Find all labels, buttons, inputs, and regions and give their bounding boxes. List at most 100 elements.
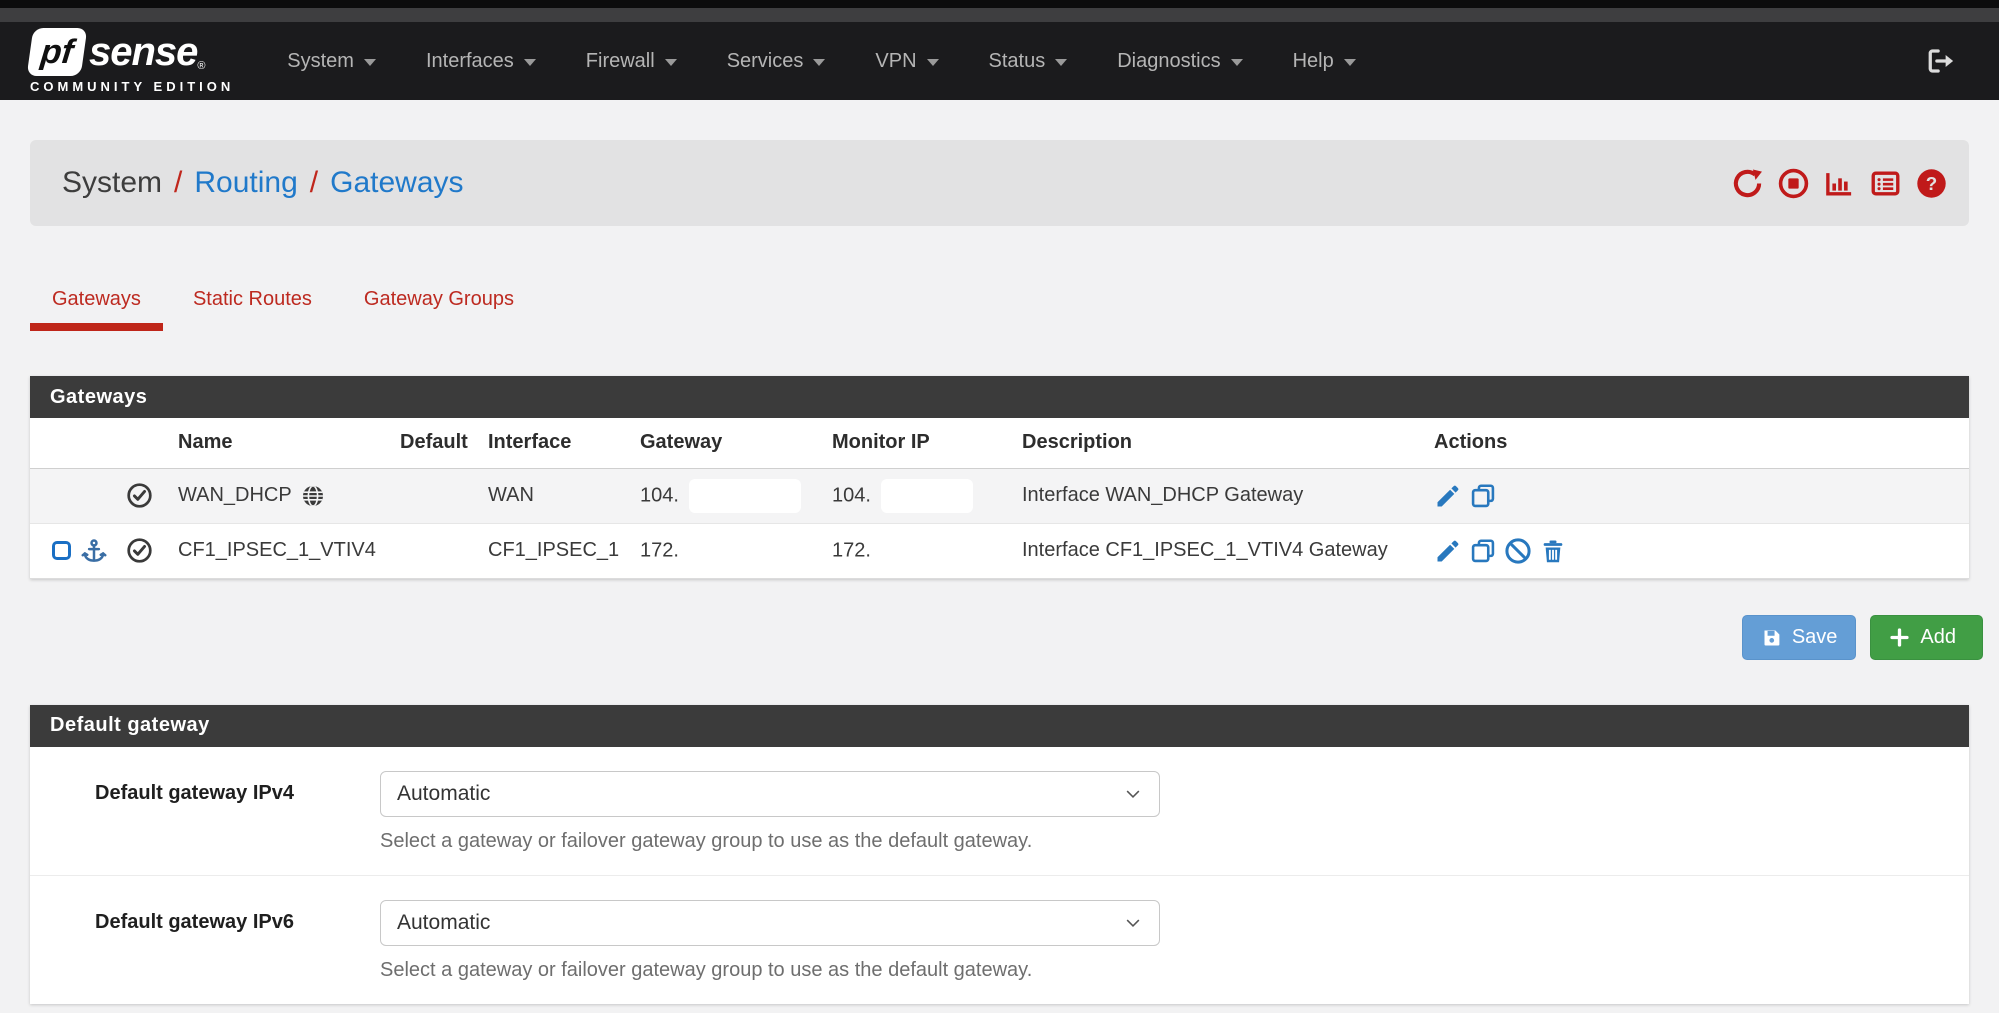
- breadcrumb-separator: /: [310, 166, 318, 200]
- chevron-down-icon: [1055, 59, 1067, 66]
- window-chrome-strip: [0, 0, 1999, 8]
- default-gateway-panel-title: Default gateway: [30, 705, 1969, 747]
- col-description: Description: [1016, 418, 1428, 468]
- menu-system[interactable]: System: [262, 50, 401, 73]
- table-row: WAN_DHCP WAN: [30, 468, 1969, 523]
- help-circle-icon[interactable]: ?: [1916, 168, 1947, 199]
- logo-subtitle: COMMUNITY EDITION: [30, 79, 234, 94]
- edit-icon[interactable]: [1434, 537, 1462, 565]
- help-text: Select a gateway or failover gateway gro…: [380, 959, 1160, 982]
- col-actions: Actions: [1428, 418, 1969, 468]
- logo-registered-mark: ®: [197, 60, 205, 72]
- trash-icon[interactable]: [1539, 537, 1567, 565]
- breadcrumb-panel: System / Routing / Gateways: [30, 140, 1969, 226]
- check-circle-icon: [126, 537, 153, 564]
- copy-icon[interactable]: [1469, 482, 1497, 510]
- check-circle-icon: [126, 482, 153, 509]
- tab-static-routes[interactable]: Static Routes: [171, 276, 334, 331]
- gateway-address: 104.: [640, 484, 679, 506]
- gateway-interface: CF1_IPSEC_1: [482, 523, 634, 578]
- default-gateway-ipv4-select[interactable]: Automatic: [380, 771, 1160, 817]
- monitor-ip: 104.: [832, 484, 871, 506]
- breadcrumb-gateways-link[interactable]: Gateways: [330, 166, 463, 200]
- gateway-description: Interface CF1_IPSEC_1_VTIV4 Gateway: [1016, 523, 1428, 578]
- gateway-name: CF1_IPSEC_1_VTIV4: [172, 523, 394, 578]
- help-text: Select a gateway or failover gateway gro…: [380, 830, 1160, 853]
- chevron-down-icon: [665, 59, 677, 66]
- refresh-icon[interactable]: [1732, 168, 1763, 199]
- chevron-down-icon: [1231, 59, 1243, 66]
- col-name: Name: [172, 418, 394, 468]
- breadcrumb-system: System: [62, 166, 162, 200]
- col-monitor-ip: Monitor IP: [826, 418, 1016, 468]
- redacted-value: [689, 479, 801, 513]
- copy-icon[interactable]: [1469, 537, 1497, 565]
- page-content: System / Routing / Gateways: [0, 140, 1999, 1004]
- menu-firewall[interactable]: Firewall: [561, 50, 702, 73]
- plus-icon: [1889, 627, 1910, 648]
- default-gateway-panel: Default gateway Default gateway IPv4 Aut…: [30, 705, 1969, 1004]
- breadcrumb-routing-link[interactable]: Routing: [194, 166, 297, 200]
- table-buttons: Save Add: [30, 615, 1969, 660]
- chevron-down-icon: [813, 59, 825, 66]
- gateway-default: [394, 468, 482, 523]
- col-gateway: Gateway: [634, 418, 826, 468]
- sign-out-icon[interactable]: [1925, 46, 1955, 76]
- table-row: CF1_IPSEC_1_VTIV4 CF1_IPSEC_1 172. 172. …: [30, 523, 1969, 578]
- form-row-ipv6: Default gateway IPv6 Automatic Select a …: [30, 875, 1969, 1004]
- tab-gateway-groups[interactable]: Gateway Groups: [342, 276, 536, 331]
- logo-sense-text: sense: [89, 30, 197, 75]
- anchor-icon: [81, 538, 107, 564]
- edit-icon[interactable]: [1434, 482, 1462, 510]
- navbar-menu: System Interfaces Firewall Services VPN …: [262, 50, 1380, 73]
- default-gateway-ipv6-select[interactable]: Automatic: [380, 900, 1160, 946]
- menu-interfaces[interactable]: Interfaces: [401, 50, 561, 73]
- logo-pf-box: pf: [27, 28, 88, 76]
- breadcrumb: System / Routing / Gateways: [62, 166, 464, 200]
- ban-icon[interactable]: [1504, 537, 1532, 565]
- col-default: Default: [394, 418, 482, 468]
- selected-value: Automatic: [397, 911, 490, 935]
- gateway-interface: WAN: [482, 468, 634, 523]
- menu-services[interactable]: Services: [702, 50, 851, 73]
- stop-circle-icon[interactable]: [1778, 168, 1809, 199]
- gateway-name: WAN_DHCP: [178, 484, 292, 507]
- redacted-value: [689, 534, 801, 568]
- col-interface: Interface: [482, 418, 634, 468]
- gateway-address: 172.: [640, 539, 679, 561]
- chevron-down-icon: [927, 59, 939, 66]
- add-button[interactable]: Add: [1870, 615, 1983, 660]
- gateways-table: Name Default Interface Gateway Monitor I…: [30, 418, 1969, 579]
- menu-vpn[interactable]: VPN: [850, 50, 963, 73]
- chevron-down-icon: [1123, 784, 1143, 804]
- window-chrome-strip-2: [0, 8, 1999, 22]
- chevron-down-icon: [364, 59, 376, 66]
- globe-icon: [301, 484, 325, 508]
- page-tabs: Gateways Static Routes Gateway Groups: [30, 276, 1969, 331]
- menu-diagnostics[interactable]: Diagnostics: [1092, 50, 1267, 73]
- page-header-icons: ?: [1732, 168, 1947, 199]
- default-gateway-ipv4-label: Default gateway IPv4: [30, 771, 380, 853]
- redacted-value: [881, 534, 973, 568]
- menu-status[interactable]: Status: [964, 50, 1093, 73]
- svg-text:?: ?: [1926, 173, 1937, 194]
- chart-bar-icon[interactable]: [1824, 168, 1855, 199]
- gateway-default: [394, 523, 482, 578]
- save-icon: [1761, 627, 1782, 648]
- form-row-ipv4: Default gateway IPv4 Automatic Select a …: [30, 747, 1969, 875]
- log-icon[interactable]: [1870, 168, 1901, 199]
- gateways-panel: Gateways Name Default Interface Gateway …: [30, 376, 1969, 579]
- gateway-description: Interface WAN_DHCP Gateway: [1016, 468, 1428, 523]
- selected-value: Automatic: [397, 782, 490, 806]
- pfsense-logo: pf sense ® COMMUNITY EDITION: [30, 28, 234, 94]
- chevron-down-icon: [1344, 59, 1356, 66]
- row-checkbox[interactable]: [52, 541, 71, 560]
- monitor-ip: 172.: [832, 539, 871, 561]
- main-navbar: pf sense ® COMMUNITY EDITION System Inte…: [0, 22, 1999, 100]
- tab-gateways[interactable]: Gateways: [30, 276, 163, 331]
- gateways-panel-title: Gateways: [30, 376, 1969, 418]
- save-button[interactable]: Save: [1742, 615, 1857, 660]
- row-actions: [1434, 537, 1963, 565]
- menu-help[interactable]: Help: [1268, 50, 1381, 73]
- breadcrumb-separator: /: [174, 166, 182, 200]
